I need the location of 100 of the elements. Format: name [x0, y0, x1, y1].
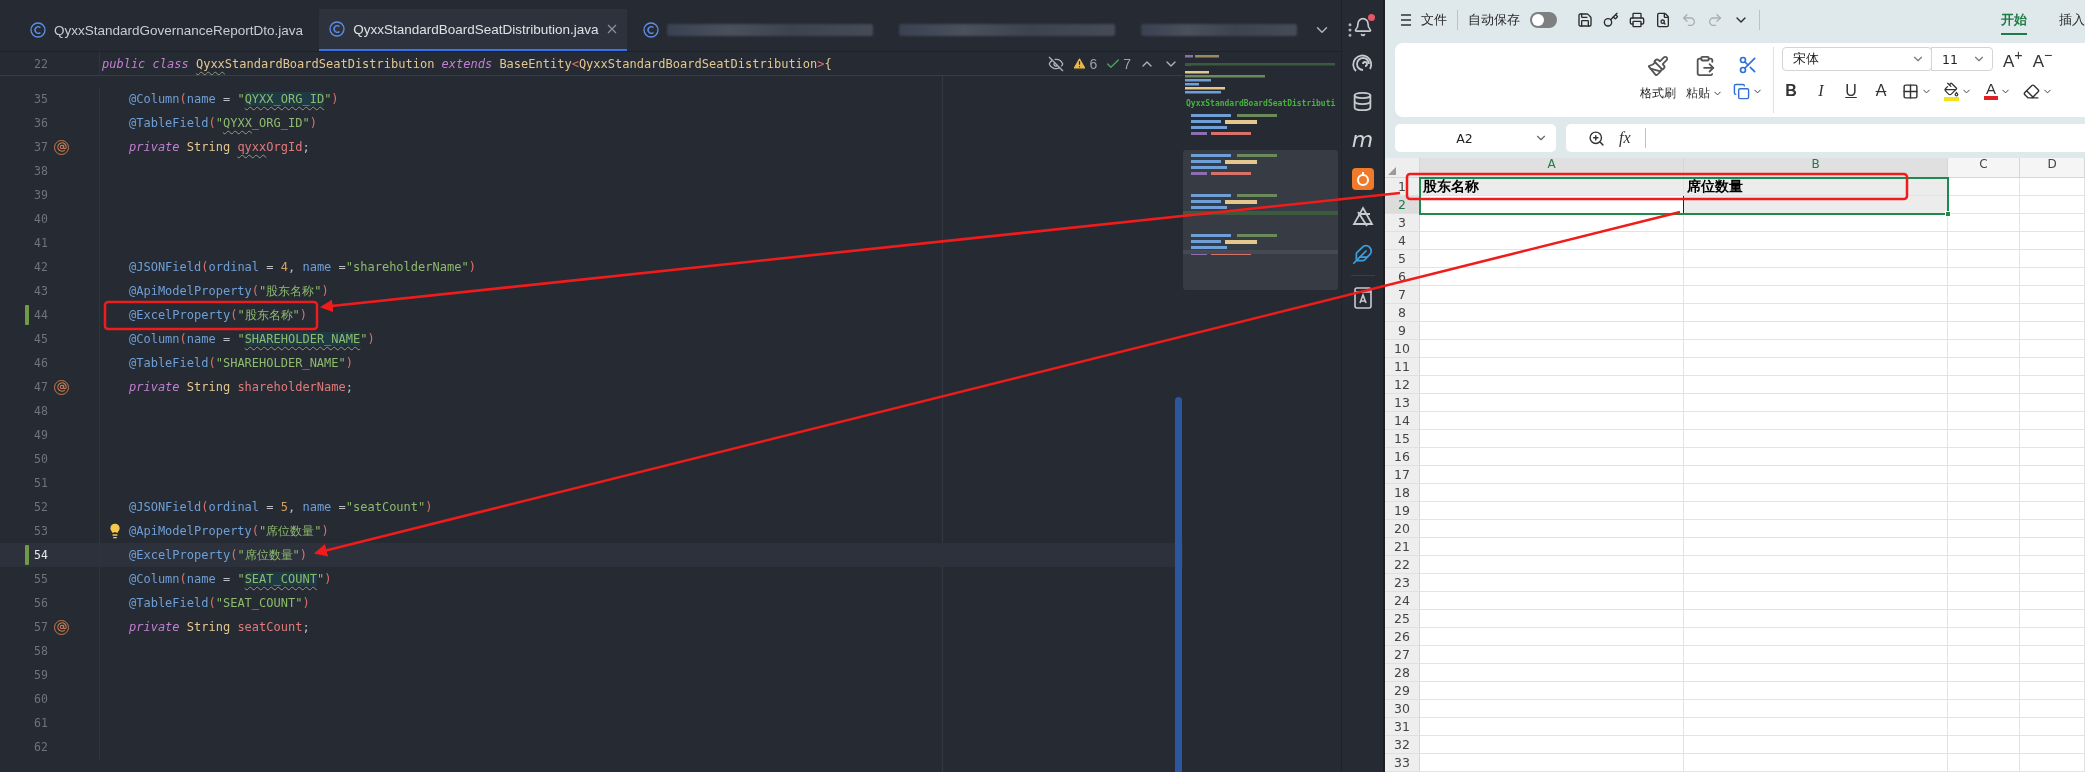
name-box[interactable]: A2: [1395, 124, 1556, 152]
row-header[interactable]: 5: [1385, 250, 1420, 268]
at-sign-icon[interactable]: [54, 139, 69, 155]
row-header[interactable]: 15: [1385, 430, 1420, 448]
row-header[interactable]: 32: [1385, 736, 1420, 754]
row-header[interactable]: 4: [1385, 232, 1420, 250]
at-sign-icon[interactable]: [54, 619, 69, 635]
row-header[interactable]: 2: [1385, 196, 1420, 214]
row-header[interactable]: 14: [1385, 412, 1420, 430]
format-painter-label: 格式刷: [1640, 85, 1676, 102]
row-header[interactable]: 16: [1385, 448, 1420, 466]
triangle-knot-icon[interactable]: [1351, 206, 1374, 228]
paste-button[interactable]: 粘贴: [1686, 55, 1723, 113]
class-icon: [329, 21, 346, 37]
ribbon-tab[interactable]: 插入: [2059, 5, 2085, 35]
print-icon[interactable]: [1629, 12, 1645, 28]
class-icon: [30, 22, 46, 38]
line-number: 38: [34, 164, 49, 178]
font-size-select[interactable]: 11: [1931, 47, 1993, 72]
borders-button[interactable]: [1902, 82, 1932, 100]
line-number: 39: [34, 188, 49, 202]
spiral-icon[interactable]: [1351, 53, 1374, 75]
column-header[interactable]: B: [1684, 158, 1948, 178]
file-tab[interactable]: QyxxStandardGovernanceReportDto.java: [20, 9, 314, 51]
at-sign-icon[interactable]: [54, 379, 69, 395]
formula-bar[interactable]: fx: [1566, 124, 2085, 152]
eye-off-icon[interactable]: [1048, 55, 1065, 72]
autosave-toggle[interactable]: [1530, 12, 1557, 28]
row-header[interactable]: 9: [1385, 322, 1420, 340]
feather-icon[interactable]: [1352, 244, 1373, 265]
book-icon[interactable]: [1352, 286, 1373, 310]
row-header[interactable]: 12: [1385, 376, 1420, 394]
scrollbar-thumb[interactable]: [1175, 397, 1182, 772]
redo-icon[interactable]: [1707, 12, 1723, 28]
row-header[interactable]: 33: [1385, 754, 1420, 772]
row-header[interactable]: 30: [1385, 700, 1420, 718]
copy-button[interactable]: [1733, 83, 1763, 100]
row-header[interactable]: 29: [1385, 682, 1420, 700]
line-number: 61: [34, 716, 49, 730]
ribbon-tab[interactable]: 开始: [2001, 5, 2027, 35]
line-number: 57: [34, 620, 49, 634]
bold-button[interactable]: B: [1782, 82, 1800, 101]
select-all-icon[interactable]: [1388, 167, 1396, 175]
save-icon[interactable]: [1577, 12, 1593, 28]
close-icon[interactable]: [606, 24, 617, 34]
row-header[interactable]: 3: [1385, 214, 1420, 232]
line-number: 52: [34, 500, 49, 514]
cell-reference: A2: [1455, 130, 1474, 146]
row-header[interactable]: 18: [1385, 484, 1420, 502]
row-header[interactable]: 11: [1385, 358, 1420, 376]
paste-label: 粘贴: [1686, 85, 1710, 102]
fill-color-button[interactable]: [1944, 81, 1972, 101]
row-header[interactable]: 31: [1385, 718, 1420, 736]
grow-font-button[interactable]: A$^{+}$: [2003, 47, 2023, 72]
key-icon[interactable]: [1603, 12, 1619, 28]
warning-count[interactable]: 6: [1072, 55, 1098, 72]
strike-button[interactable]: A: [1872, 82, 1890, 101]
row-header[interactable]: 22: [1385, 556, 1420, 574]
paint-bucket-icon: [1944, 81, 1959, 101]
row-header[interactable]: 17: [1385, 466, 1420, 484]
row-header[interactable]: 20: [1385, 520, 1420, 538]
italic-button[interactable]: I: [1812, 82, 1830, 101]
code-line: @JSONField(ordinal = 4, name ="shareholderName"): [129, 260, 476, 274]
bell-icon[interactable]: [1352, 17, 1373, 37]
line-number: 42: [34, 260, 49, 274]
format-painter-button[interactable]: 格式刷: [1640, 55, 1676, 113]
cut-icon[interactable]: [1738, 55, 1758, 75]
print-preview-icon[interactable]: [1655, 12, 1671, 28]
row-header[interactable]: 24: [1385, 592, 1420, 610]
passed-count[interactable]: 7: [1105, 55, 1131, 72]
column-header[interactable]: A: [1420, 158, 1684, 178]
menu-icon[interactable]: [1401, 14, 1411, 26]
lightbulb-icon[interactable]: [107, 523, 123, 539]
font-color-button[interactable]: A: [1984, 82, 2011, 101]
row-header[interactable]: 13: [1385, 394, 1420, 412]
undo-icon[interactable]: [1681, 12, 1697, 28]
plugin-icon[interactable]: [1351, 168, 1374, 190]
zoom-icon[interactable]: [1588, 129, 1605, 147]
column-header[interactable]: C: [1948, 158, 2020, 178]
row-header[interactable]: 26: [1385, 628, 1420, 646]
row-header[interactable]: 27: [1385, 646, 1420, 664]
row-header[interactable]: 7: [1385, 286, 1420, 304]
line-number: 55: [34, 572, 49, 586]
database-icon[interactable]: [1352, 91, 1373, 112]
shrink-font-button[interactable]: A$^{−}$: [2032, 47, 2053, 72]
column-header[interactable]: D: [2020, 158, 2085, 178]
code-line: @ExcelProperty("股东名称"): [129, 306, 308, 324]
underline-button[interactable]: U: [1842, 82, 1860, 101]
row-header[interactable]: 21: [1385, 538, 1420, 556]
file-tab[interactable]: QyxxStandardBoardSeatDistribution.java: [319, 9, 627, 51]
row-header[interactable]: 10: [1385, 340, 1420, 358]
function-label[interactable]: fx: [1619, 129, 1631, 147]
maven-icon[interactable]: m: [1351, 128, 1374, 152]
row-header[interactable]: 28: [1385, 664, 1420, 682]
row-header[interactable]: 25: [1385, 610, 1420, 628]
row-header[interactable]: 19: [1385, 502, 1420, 520]
row-header[interactable]: 23: [1385, 574, 1420, 592]
row-header[interactable]: 8: [1385, 304, 1420, 322]
file-menu[interactable]: 文件: [1421, 11, 1447, 29]
clear-button[interactable]: [2023, 82, 2053, 100]
